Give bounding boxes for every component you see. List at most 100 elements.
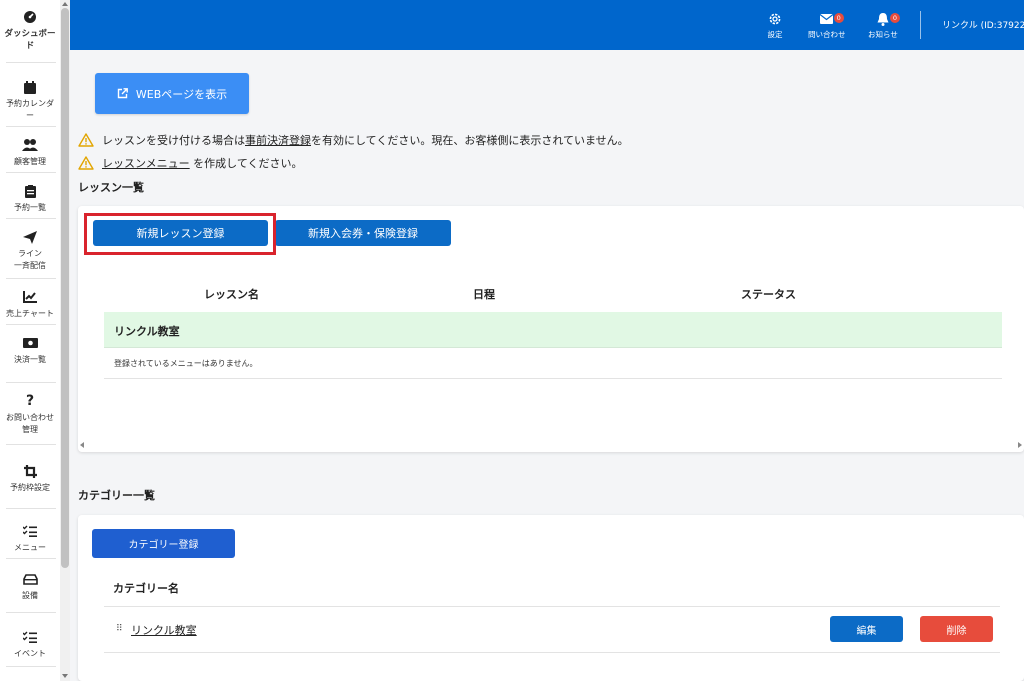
notice-badge: 0 [889, 13, 900, 23]
sidebar-item-label: 予約枠設定 [10, 483, 50, 492]
table-group-row: リンクル教室 [104, 312, 1002, 348]
divider [6, 508, 56, 509]
sidebar-item-label: ダッシュボー ド [4, 29, 56, 51]
sidebar-item-label: 売上チャート [6, 309, 54, 318]
users-icon [22, 138, 38, 152]
sidebar-item-label: 予約一覧 [14, 203, 46, 212]
drag-handle-icon[interactable]: ⠿ [116, 624, 123, 634]
column-header-lesson-name: レッスン名 [204, 288, 259, 301]
column-header-category-name: カテゴリー名 [113, 582, 179, 595]
divider [6, 666, 56, 667]
gear-icon [767, 12, 783, 26]
new-membership-button[interactable]: 新規入会券・保険登録 [275, 220, 451, 246]
inquiry-badge: 0 [833, 13, 844, 23]
external-link-icon [117, 88, 128, 99]
settings-label: 設定 [767, 30, 783, 39]
category-register-button[interactable]: カテゴリー登録 [92, 529, 235, 558]
group-name: リンクル教室 [114, 325, 180, 338]
bell-icon: 0 [875, 12, 900, 26]
sidebar-item-label: 決済一覧 [14, 355, 46, 364]
sidebar-item-payments[interactable]: 決済一覧 [0, 336, 60, 366]
sidebar: ダッシュボー ド 予約カレンダ ー 顧客管理 予約一覧 ライン 一斉配信 売上チ… [0, 0, 70, 681]
header-divider [920, 11, 921, 39]
scroll-thumb[interactable] [61, 8, 69, 568]
column-header-status: ステータス [741, 288, 796, 301]
sidebar-item-inquiries[interactable]: ? お問い合わせ 管理 [0, 394, 60, 436]
divider [104, 606, 1000, 607]
warning-prepayment: レッスンを受け付ける場合は 事前決済登録 を有効にしてください。現在、お客様側に… [78, 131, 629, 149]
question-icon: ? [25, 393, 35, 409]
sidebar-item-label: 設備 [22, 591, 38, 600]
sidebar-item-menu[interactable]: メニュー [0, 524, 60, 554]
divider [6, 62, 56, 63]
sidebar-item-label: イベント [14, 649, 46, 658]
sidebar-item-label: お問い合わせ 管理 [6, 413, 54, 434]
view-web-page-label: WEBページを表示 [135, 87, 228, 101]
inquiry-label: 問い合わせ [808, 30, 846, 39]
scroll-right-arrow[interactable] [1018, 442, 1022, 448]
sidebar-item-equipment[interactable]: 設備 [0, 572, 60, 602]
notice-button[interactable]: 0 お知らせ [868, 12, 900, 40]
sidebar-item-event[interactable]: イベント [0, 630, 60, 660]
money-icon [22, 336, 38, 350]
lesson-list-title: レッスン一覧 [78, 181, 144, 194]
sidebar-item-dashboard[interactable]: ダッシュボー ド [0, 10, 60, 52]
user-name[interactable]: リンクル (ID:37922) [942, 18, 1024, 31]
sidebar-item-label: ライン 一斉配信 [14, 249, 46, 270]
view-web-page-button[interactable]: WEBページを表示 [95, 73, 249, 114]
chart-icon [22, 290, 38, 304]
divider [6, 126, 56, 127]
warning-text: を有効にしてください。現在、お客様側に表示されていません。 [311, 134, 629, 147]
highlight-box [84, 213, 276, 255]
divider [104, 652, 1000, 653]
sidebar-item-customers[interactable]: 顧客管理 [0, 138, 60, 168]
prepayment-registration-link[interactable]: 事前決済登録 [245, 132, 311, 148]
divider [6, 612, 56, 613]
divider [6, 218, 56, 219]
list-check-icon [22, 630, 38, 644]
scroll-left-arrow[interactable] [80, 442, 84, 448]
warning-text: レッスンを受け付ける場合は [102, 134, 245, 147]
sidebar-item-slot-settings[interactable]: 予約枠設定 [0, 464, 60, 494]
crop-icon [22, 464, 38, 478]
inquiry-button[interactable]: 0 問い合わせ [808, 12, 846, 40]
edit-button[interactable]: 編集 [830, 616, 903, 642]
empty-message: 登録されているメニューはありません。 [114, 359, 258, 368]
sidebar-item-reservations[interactable]: 予約一覧 [0, 184, 60, 214]
calendar-icon [22, 80, 38, 94]
divider [6, 172, 56, 173]
sidebar-item-label: メニュー [14, 543, 46, 552]
top-header: 設定 0 問い合わせ 0 お知らせ リンクル (ID:37922) [70, 0, 1024, 50]
divider [6, 278, 56, 279]
divider [6, 444, 56, 445]
warning-text: を作成してください。 [189, 157, 303, 170]
warning-icon [78, 156, 94, 170]
scroll-up-arrow[interactable] [62, 2, 68, 6]
category-list-title: カテゴリー一覧 [78, 489, 155, 502]
category-name-link[interactable]: リンクル教室 [131, 622, 197, 638]
sidebar-item-sales-chart[interactable]: 売上チャート [0, 290, 60, 320]
list-check-icon [22, 524, 38, 538]
scroll-down-arrow[interactable] [62, 674, 68, 678]
paper-plane-icon [22, 230, 38, 244]
column-header-schedule: 日程 [473, 288, 495, 301]
sidebar-item-label: 予約カレンダ ー [6, 99, 54, 120]
envelope-icon: 0 [819, 12, 844, 26]
sidebar-item-calendar[interactable]: 予約カレンダ ー [0, 80, 60, 122]
settings-button[interactable]: 設定 [767, 12, 783, 40]
car-icon [22, 572, 38, 586]
notice-label: お知らせ [868, 30, 898, 39]
warning-icon [78, 133, 94, 147]
sidebar-scrollbar[interactable] [60, 0, 70, 681]
lesson-menu-link[interactable]: レッスンメニュー [102, 155, 190, 171]
warning-lesson-menu: レッスンメニュー を作成してください。 [78, 154, 303, 172]
divider [104, 378, 1002, 379]
sidebar-item-line-broadcast[interactable]: ライン 一斉配信 [0, 230, 60, 272]
dashboard-icon [22, 10, 38, 24]
clipboard-icon [22, 184, 38, 198]
divider [6, 558, 56, 559]
divider [6, 382, 56, 383]
delete-button[interactable]: 削除 [920, 616, 993, 642]
sidebar-item-label: 顧客管理 [14, 157, 46, 166]
divider [6, 324, 56, 325]
